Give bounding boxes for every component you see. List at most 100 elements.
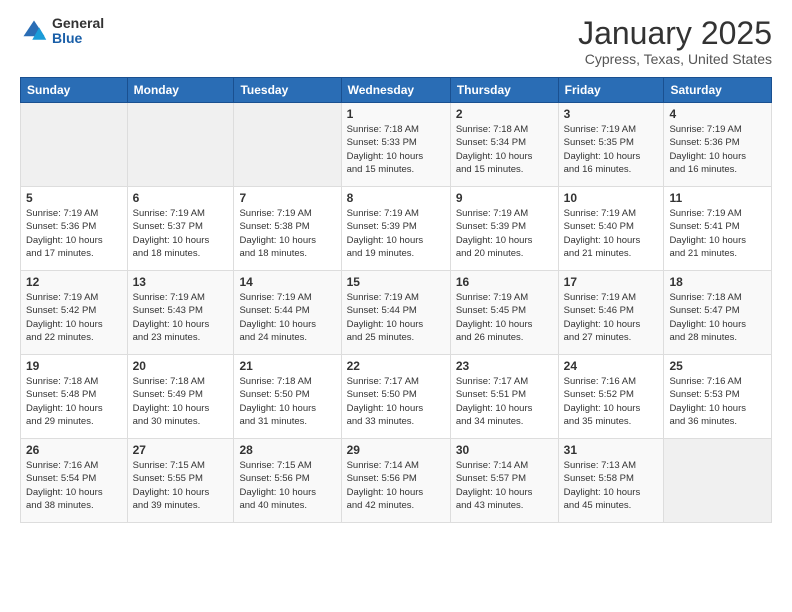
day-info: Sunrise: 7:19 AM Sunset: 5:41 PM Dayligh… (669, 207, 766, 260)
day-info: Sunrise: 7:19 AM Sunset: 5:42 PM Dayligh… (26, 291, 122, 344)
day-number: 31 (564, 443, 659, 457)
day-info: Sunrise: 7:16 AM Sunset: 5:52 PM Dayligh… (564, 375, 659, 428)
day-number: 2 (456, 107, 553, 121)
day-cell: 19Sunrise: 7:18 AM Sunset: 5:48 PM Dayli… (21, 355, 128, 439)
day-cell (21, 103, 128, 187)
day-number: 21 (239, 359, 335, 373)
day-cell: 9 Sunrise: 7:19 AM Sunset: 5:39 PM Daylig… (450, 187, 558, 271)
week-row-2: 12 Sunrise: 7:19 AM Sunset: 5:42 PM Dayli… (21, 271, 772, 355)
day-number: 6 (133, 191, 229, 205)
day-cell: 7Sunrise: 7:19 AM Sunset: 5:38 PM Daylig… (234, 187, 341, 271)
day-info: Sunrise: 7:19 AM Sunset: 5:39 PM Dayligh… (456, 207, 553, 260)
weekday-header-sunday: Sunday (21, 78, 128, 103)
weekday-header-friday: Friday (558, 78, 664, 103)
calendar-title: January 2025 (578, 16, 772, 51)
day-number: 24 (564, 359, 659, 373)
day-info: Sunrise: 7:17 AM Sunset: 5:50 PM Dayligh… (347, 375, 445, 428)
week-row-3: 19Sunrise: 7:18 AM Sunset: 5:48 PM Dayli… (21, 355, 772, 439)
day-cell: 21 Sunrise: 7:18 AM Sunset: 5:50 PM Dayli… (234, 355, 341, 439)
day-cell: 27 Sunrise: 7:15 AM Sunset: 5:55 PM Dayli… (127, 439, 234, 523)
logo-general-text: General (52, 16, 104, 31)
day-number: 15 (347, 275, 445, 289)
day-number: 13 (133, 275, 229, 289)
weekday-header-row: SundayMondayTuesdayWednesdayThursdayFrid… (21, 78, 772, 103)
day-number: 14 (239, 275, 335, 289)
day-cell: 24 Sunrise: 7:16 AM Sunset: 5:52 PM Dayli… (558, 355, 664, 439)
day-cell: 18Sunrise: 7:18 AM Sunset: 5:47 PM Dayli… (664, 271, 772, 355)
day-number: 23 (456, 359, 553, 373)
day-info: Sunrise: 7:13 AM Sunset: 5:58 PM Dayligh… (564, 459, 659, 512)
day-info: Sunrise: 7:18 AM Sunset: 5:47 PM Dayligh… (669, 291, 766, 344)
day-cell: 13 Sunrise: 7:19 AM Sunset: 5:43 PM Dayli… (127, 271, 234, 355)
weekday-header-wednesday: Wednesday (341, 78, 450, 103)
day-cell: 14 Sunrise: 7:19 AM Sunset: 5:44 PM Dayli… (234, 271, 341, 355)
day-number: 16 (456, 275, 553, 289)
calendar-table: SundayMondayTuesdayWednesdayThursdayFrid… (20, 77, 772, 523)
day-number: 1 (347, 107, 445, 121)
day-info: Sunrise: 7:19 AM Sunset: 5:36 PM Dayligh… (669, 123, 766, 176)
day-number: 20 (133, 359, 229, 373)
logo-icon (20, 17, 48, 45)
week-row-0: 1 Sunrise: 7:18 AM Sunset: 5:33 PM Daylig… (21, 103, 772, 187)
day-info: Sunrise: 7:15 AM Sunset: 5:56 PM Dayligh… (239, 459, 335, 512)
day-number: 26 (26, 443, 122, 457)
logo-text: General Blue (52, 16, 104, 47)
day-cell: 8 Sunrise: 7:19 AM Sunset: 5:39 PM Daylig… (341, 187, 450, 271)
day-number: 29 (347, 443, 445, 457)
day-info: Sunrise: 7:17 AM Sunset: 5:51 PM Dayligh… (456, 375, 553, 428)
day-cell: 3Sunrise: 7:19 AM Sunset: 5:35 PM Daylig… (558, 103, 664, 187)
day-cell: 23 Sunrise: 7:17 AM Sunset: 5:51 PM Dayli… (450, 355, 558, 439)
day-info: Sunrise: 7:19 AM Sunset: 5:39 PM Dayligh… (347, 207, 445, 260)
weekday-header-tuesday: Tuesday (234, 78, 341, 103)
title-block: January 2025 Cypress, Texas, United Stat… (578, 16, 772, 67)
day-info: Sunrise: 7:19 AM Sunset: 5:46 PM Dayligh… (564, 291, 659, 344)
day-info: Sunrise: 7:19 AM Sunset: 5:44 PM Dayligh… (347, 291, 445, 344)
page: General Blue January 2025 Cypress, Texas… (0, 0, 792, 612)
day-cell: 16Sunrise: 7:19 AM Sunset: 5:45 PM Dayli… (450, 271, 558, 355)
day-info: Sunrise: 7:18 AM Sunset: 5:49 PM Dayligh… (133, 375, 229, 428)
day-info: Sunrise: 7:18 AM Sunset: 5:33 PM Dayligh… (347, 123, 445, 176)
day-number: 27 (133, 443, 229, 457)
day-info: Sunrise: 7:15 AM Sunset: 5:55 PM Dayligh… (133, 459, 229, 512)
day-cell (127, 103, 234, 187)
day-cell: 4 Sunrise: 7:19 AM Sunset: 5:36 PM Daylig… (664, 103, 772, 187)
day-number: 11 (669, 191, 766, 205)
weekday-header-monday: Monday (127, 78, 234, 103)
day-number: 5 (26, 191, 122, 205)
day-number: 19 (26, 359, 122, 373)
week-row-1: 5 Sunrise: 7:19 AM Sunset: 5:36 PM Daylig… (21, 187, 772, 271)
day-cell: 17Sunrise: 7:19 AM Sunset: 5:46 PM Dayli… (558, 271, 664, 355)
day-info: Sunrise: 7:16 AM Sunset: 5:53 PM Dayligh… (669, 375, 766, 428)
weekday-header-saturday: Saturday (664, 78, 772, 103)
day-number: 25 (669, 359, 766, 373)
day-number: 4 (669, 107, 766, 121)
day-cell: 5 Sunrise: 7:19 AM Sunset: 5:36 PM Daylig… (21, 187, 128, 271)
day-number: 10 (564, 191, 659, 205)
day-info: Sunrise: 7:19 AM Sunset: 5:36 PM Dayligh… (26, 207, 122, 260)
day-cell: 1 Sunrise: 7:18 AM Sunset: 5:33 PM Daylig… (341, 103, 450, 187)
day-info: Sunrise: 7:19 AM Sunset: 5:40 PM Dayligh… (564, 207, 659, 260)
day-number: 22 (347, 359, 445, 373)
calendar-subtitle: Cypress, Texas, United States (578, 51, 772, 67)
day-cell: 15 Sunrise: 7:19 AM Sunset: 5:44 PM Dayli… (341, 271, 450, 355)
day-cell: 25 Sunrise: 7:16 AM Sunset: 5:53 PM Dayli… (664, 355, 772, 439)
day-number: 12 (26, 275, 122, 289)
day-info: Sunrise: 7:16 AM Sunset: 5:54 PM Dayligh… (26, 459, 122, 512)
day-cell (664, 439, 772, 523)
weekday-header-thursday: Thursday (450, 78, 558, 103)
day-number: 7 (239, 191, 335, 205)
day-info: Sunrise: 7:19 AM Sunset: 5:35 PM Dayligh… (564, 123, 659, 176)
day-number: 9 (456, 191, 553, 205)
day-cell: 28Sunrise: 7:15 AM Sunset: 5:56 PM Dayli… (234, 439, 341, 523)
day-cell: 6 Sunrise: 7:19 AM Sunset: 5:37 PM Daylig… (127, 187, 234, 271)
day-cell: 31 Sunrise: 7:13 AM Sunset: 5:58 PM Dayli… (558, 439, 664, 523)
day-info: Sunrise: 7:19 AM Sunset: 5:44 PM Dayligh… (239, 291, 335, 344)
day-cell: 26 Sunrise: 7:16 AM Sunset: 5:54 PM Dayli… (21, 439, 128, 523)
day-info: Sunrise: 7:18 AM Sunset: 5:50 PM Dayligh… (239, 375, 335, 428)
day-info: Sunrise: 7:14 AM Sunset: 5:56 PM Dayligh… (347, 459, 445, 512)
day-number: 8 (347, 191, 445, 205)
day-info: Sunrise: 7:19 AM Sunset: 5:43 PM Dayligh… (133, 291, 229, 344)
day-info: Sunrise: 7:14 AM Sunset: 5:57 PM Dayligh… (456, 459, 553, 512)
day-info: Sunrise: 7:19 AM Sunset: 5:37 PM Dayligh… (133, 207, 229, 260)
day-cell: 30Sunrise: 7:14 AM Sunset: 5:57 PM Dayli… (450, 439, 558, 523)
